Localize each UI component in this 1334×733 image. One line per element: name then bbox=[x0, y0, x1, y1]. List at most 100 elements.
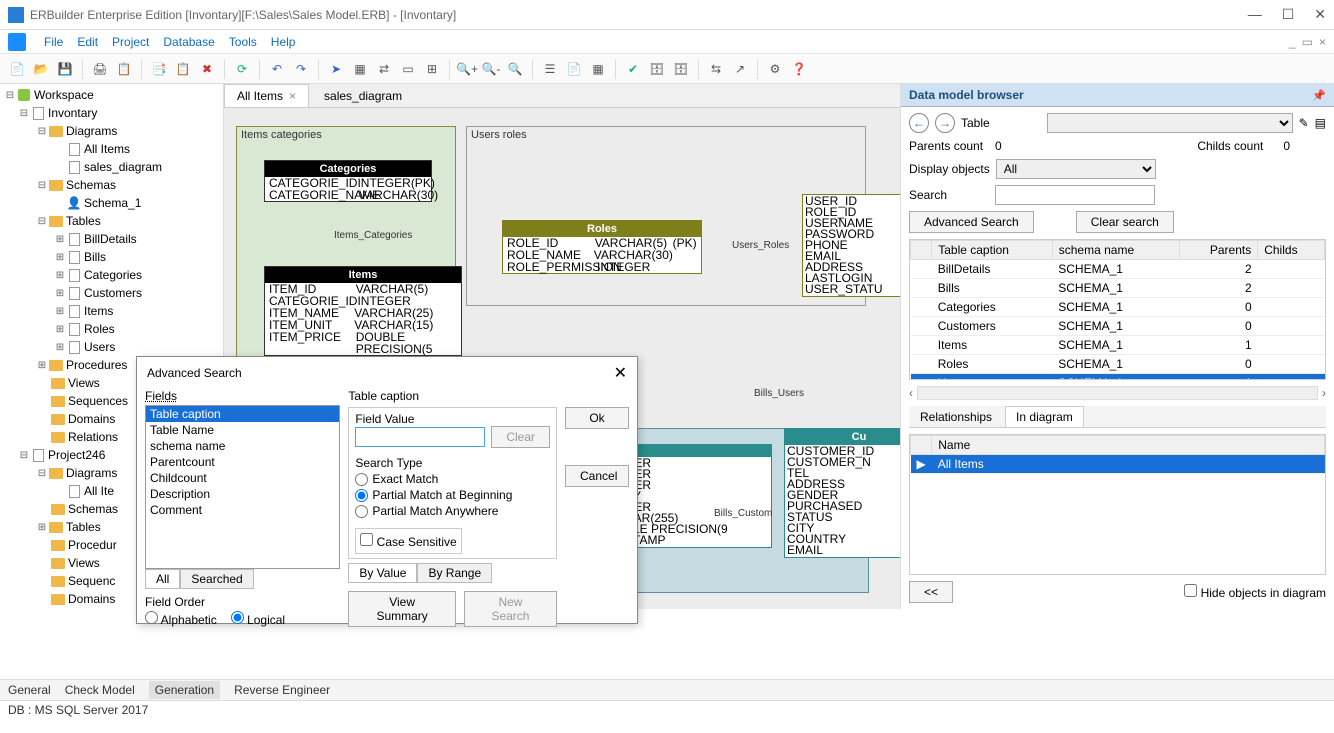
tab-searched-fields[interactable]: Searched bbox=[180, 569, 253, 589]
delete-button[interactable]: ✖ bbox=[196, 58, 218, 80]
field-item[interactable]: Childcount bbox=[146, 470, 339, 486]
grid-row[interactable]: CategoriesSCHEMA_10 bbox=[911, 298, 1325, 317]
ok-button[interactable]: Ok bbox=[565, 407, 629, 429]
tree-views2[interactable]: Views bbox=[68, 556, 100, 570]
tab-reverse-engineer[interactable]: Reverse Engineer bbox=[234, 683, 330, 697]
menu-edit[interactable]: Edit bbox=[77, 35, 98, 49]
grid-row[interactable]: CustomersSCHEMA_10 bbox=[911, 317, 1325, 336]
print-preview-button[interactable]: 📋 bbox=[113, 58, 135, 80]
field-item[interactable]: Description bbox=[146, 486, 339, 502]
tab-by-range[interactable]: By Range bbox=[417, 563, 492, 583]
tree-sequenc2[interactable]: Sequenc bbox=[68, 574, 115, 588]
mdi-minimize-icon[interactable]: _ bbox=[1289, 35, 1296, 49]
scrollbar[interactable] bbox=[917, 386, 1318, 400]
radio-exact[interactable] bbox=[355, 473, 368, 486]
menu-tools[interactable]: Tools bbox=[229, 35, 257, 49]
clear-search-button[interactable]: Clear search bbox=[1076, 211, 1174, 233]
tree-domains[interactable]: Domains bbox=[68, 412, 115, 426]
list-button[interactable]: ☰ bbox=[539, 58, 561, 80]
zoom-fit-button[interactable]: 🔍 bbox=[504, 58, 526, 80]
maximize-button[interactable]: ☐ bbox=[1282, 6, 1295, 23]
paste-button[interactable]: 📋 bbox=[172, 58, 194, 80]
tree-table-item[interactable]: Users bbox=[84, 340, 115, 354]
tab-all-items[interactable]: All Items× bbox=[224, 84, 309, 107]
db-sync-button[interactable]: 🗄 bbox=[670, 58, 692, 80]
dialog-close-button[interactable]: ✕ bbox=[614, 363, 627, 383]
zoom-out-button[interactable]: 🔍- bbox=[480, 58, 502, 80]
tree-procedur[interactable]: Procedur bbox=[68, 538, 117, 552]
goto-icon[interactable]: ▤ bbox=[1315, 116, 1326, 130]
tree-table-item[interactable]: Customers bbox=[84, 286, 142, 300]
save-button[interactable]: 💾 bbox=[54, 58, 76, 80]
nav-back-button[interactable]: ← bbox=[909, 113, 929, 133]
open-button[interactable]: 📂 bbox=[30, 58, 52, 80]
tree-project246[interactable]: Project246 bbox=[48, 448, 105, 462]
tree-schema1[interactable]: Schema_1 bbox=[84, 196, 141, 210]
tab-all-fields[interactable]: All bbox=[145, 569, 180, 589]
radio-logical[interactable] bbox=[231, 611, 244, 624]
entity-roles[interactable]: Roles ROLE_IDVARCHAR(5)(PK)ROLE_NAMEVARC… bbox=[502, 220, 702, 274]
zoom-in-button[interactable]: 🔍+ bbox=[456, 58, 478, 80]
radio-partial-any[interactable] bbox=[355, 505, 368, 518]
print-button[interactable]: 🖨 bbox=[89, 58, 111, 80]
tree-diagrams2[interactable]: Diagrams bbox=[66, 466, 117, 480]
tab-general[interactable]: General bbox=[8, 683, 51, 697]
menu-file[interactable]: File bbox=[44, 35, 63, 49]
display-objects-select[interactable]: All bbox=[996, 159, 1156, 179]
clear-value-button[interactable]: Clear bbox=[491, 426, 550, 448]
nav-forward-button[interactable]: → bbox=[935, 113, 955, 133]
tree-relations[interactable]: Relations bbox=[68, 430, 118, 444]
tree-sales-diagram[interactable]: sales_diagram bbox=[84, 160, 162, 174]
radio-partial-begin[interactable] bbox=[355, 489, 368, 502]
grid-row[interactable]: ▶UsersSCHEMA_11 bbox=[911, 374, 1325, 381]
tree-table-item[interactable]: Roles bbox=[84, 322, 115, 336]
edit-icon[interactable]: ✎ bbox=[1299, 116, 1309, 130]
tree-views[interactable]: Views bbox=[68, 376, 100, 390]
relation-tool[interactable]: ⇄ bbox=[373, 58, 395, 80]
tab-by-value[interactable]: By Value bbox=[348, 563, 417, 583]
tab-sales-diagram[interactable]: sales_diagram bbox=[311, 84, 415, 107]
radio-alphabetic[interactable] bbox=[145, 611, 158, 624]
tree-domains2[interactable]: Domains bbox=[68, 592, 115, 606]
mdi-close-icon[interactable]: × bbox=[1319, 35, 1326, 49]
entity-partial[interactable]: GERGERGEREYGERHAR(255)BLE PRECISION(9STA… bbox=[622, 444, 772, 548]
grid-row[interactable]: BillDetailsSCHEMA_12 bbox=[911, 260, 1325, 279]
redo-button[interactable]: ↷ bbox=[290, 58, 312, 80]
table-tool[interactable]: ▦ bbox=[349, 58, 371, 80]
tree-sequences[interactable]: Sequences bbox=[68, 394, 128, 408]
tree-diagrams[interactable]: Diagrams bbox=[66, 124, 117, 138]
tree-workspace[interactable]: Workspace bbox=[34, 88, 94, 102]
field-item[interactable]: schema name bbox=[146, 438, 339, 454]
tab-in-diagram[interactable]: In diagram bbox=[1005, 406, 1084, 427]
field-item[interactable]: Table caption bbox=[146, 406, 339, 422]
pointer-tool[interactable]: ➤ bbox=[325, 58, 347, 80]
field-value-input[interactable] bbox=[355, 427, 485, 447]
copy-button[interactable]: 📑 bbox=[148, 58, 170, 80]
pin-icon[interactable]: 📌 bbox=[1312, 89, 1326, 102]
field-item[interactable]: Parentcount bbox=[146, 454, 339, 470]
field-item[interactable]: Comment bbox=[146, 502, 339, 518]
tab-check-model[interactable]: Check Model bbox=[65, 683, 135, 697]
tab-relationships[interactable]: Relationships bbox=[909, 406, 1003, 427]
check-button[interactable]: ✔ bbox=[622, 58, 644, 80]
grid-row[interactable]: ItemsSCHEMA_11 bbox=[911, 336, 1325, 355]
history-back-button[interactable]: << bbox=[909, 581, 953, 603]
undo-button[interactable]: ↶ bbox=[266, 58, 288, 80]
tree-schemas[interactable]: Schemas bbox=[66, 178, 116, 192]
tree-all-items[interactable]: All Items bbox=[84, 142, 130, 156]
view-summary-button[interactable]: View Summary bbox=[348, 591, 456, 627]
refresh-button[interactable]: ⟳ bbox=[231, 58, 253, 80]
tree-schemas2[interactable]: Schemas bbox=[68, 502, 118, 516]
new-button[interactable]: 📄 bbox=[6, 58, 28, 80]
doc-button[interactable]: 📄 bbox=[563, 58, 585, 80]
case-sensitive-checkbox[interactable] bbox=[360, 533, 373, 546]
entity-customers[interactable]: Cu CUSTOMER_IDCUSTOMER_NTELADDRESSGENDER… bbox=[784, 428, 900, 558]
tables-grid[interactable]: Table caption schema name Parents Childs… bbox=[909, 239, 1326, 380]
tree-tables[interactable]: Tables bbox=[66, 214, 101, 228]
scroll-right-icon[interactable]: › bbox=[1322, 386, 1326, 400]
grid-button[interactable]: ▦ bbox=[587, 58, 609, 80]
help-button[interactable]: ❓ bbox=[788, 58, 810, 80]
cancel-button[interactable]: Cancel bbox=[565, 465, 629, 487]
tree-procedures[interactable]: Procedures bbox=[66, 358, 127, 372]
diagram-grid[interactable]: Name ▶All Items bbox=[909, 434, 1326, 575]
